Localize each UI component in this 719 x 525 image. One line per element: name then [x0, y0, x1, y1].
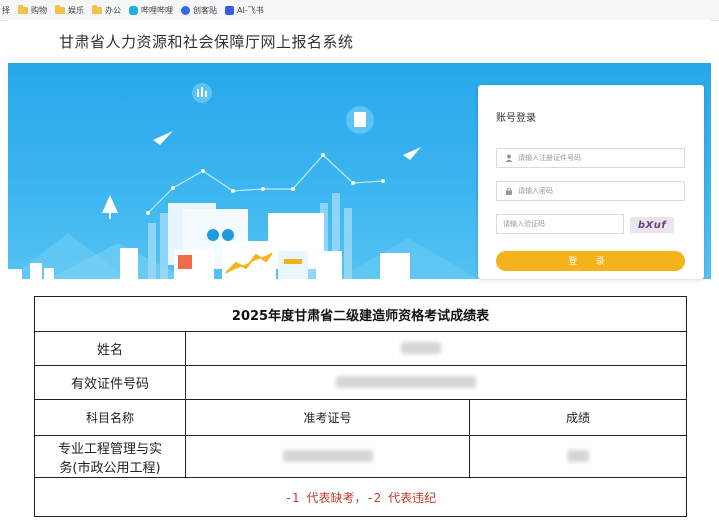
bookmark-chuangketie[interactable]: 创客贴	[181, 5, 217, 16]
score-header: 成绩	[469, 399, 687, 436]
ticket-value	[185, 435, 470, 478]
id-number-input[interactable]: 请输入注册证件号码	[496, 148, 685, 168]
bookmark-label: 哔哩哔哩	[141, 5, 173, 15]
bookmark-label: 创客贴	[193, 5, 217, 15]
login-panel: 账号登录 请输入注册证件号码 请输入密码 请输入验证码 bXuf 登 录	[478, 85, 704, 279]
folder-icon	[55, 4, 65, 14]
site-header: 甘肃省人力资源和社会保障厅网上报名系统	[8, 20, 711, 63]
redacted-score	[567, 450, 589, 462]
bookmark-label: 办公	[105, 5, 121, 15]
login-title: 账号登录	[496, 113, 536, 124]
password-input[interactable]: 请输入密码	[496, 181, 685, 201]
ticket-header: 准考证号	[185, 399, 470, 436]
redacted-ticket	[282, 450, 373, 462]
captcha-image[interactable]: bXuf	[630, 217, 674, 233]
subject-header: 科目名称	[34, 399, 186, 436]
bookmark-feishu[interactable]: AI-飞书	[225, 5, 264, 16]
subject-name: 专业工程管理与实 务(市政公用工程)	[34, 435, 186, 478]
watermark	[0, 280, 719, 296]
name-value	[185, 331, 687, 366]
password-placeholder: 请输入密码	[518, 187, 553, 195]
captcha-input[interactable]: 请输入验证码	[496, 214, 624, 234]
captcha-text: bXuf	[637, 219, 667, 231]
folder-icon	[92, 4, 102, 14]
id-label: 有效证件号码	[34, 365, 186, 400]
bookmark-bilibili[interactable]: 哔哩哔哩	[129, 5, 173, 16]
bookmark-label: AI-飞书	[237, 5, 264, 15]
bilibili-icon	[129, 5, 138, 15]
score-note: -1 代表缺考，-2 代表违纪	[34, 477, 687, 517]
bookmark-label: 娱乐	[68, 5, 84, 15]
id-number-placeholder: 请输入注册证件号码	[518, 154, 581, 162]
score-table-title: 2025年度甘肃省二级建造师资格考试成绩表	[34, 296, 687, 332]
bookmark-label: 择	[2, 5, 10, 15]
bookmark-label: 购物	[31, 5, 47, 15]
subject-line-2: 务(市政公用工程)	[59, 460, 161, 476]
bookmark-folder-office[interactable]: 办公	[92, 4, 121, 16]
folder-icon	[18, 4, 28, 14]
site-title: 甘肃省人力资源和社会保障厅网上报名系统	[59, 33, 354, 51]
bookmark-item[interactable]: 择	[2, 5, 10, 16]
bookmark-folder-entertainment[interactable]: 娱乐	[55, 4, 84, 16]
score-table: 2025年度甘肃省二级建造师资格考试成绩表 姓名 有效证件号码 科目名称 准考证…	[34, 296, 687, 517]
redacted-id	[336, 376, 476, 388]
chuangketie-icon	[181, 5, 190, 15]
captcha-placeholder: 请输入验证码	[503, 220, 545, 228]
login-button[interactable]: 登 录	[496, 251, 685, 271]
subject-line-1: 专业工程管理与实	[57, 441, 162, 457]
bookmark-folder-shopping[interactable]: 购物	[18, 4, 47, 16]
redacted-name	[401, 342, 441, 354]
lock-icon	[505, 187, 513, 195]
bookmarks-bar: 择 购物 娱乐 办公 哔哩哔哩 创客贴 AI-飞书	[0, 0, 719, 21]
name-label: 姓名	[34, 331, 186, 366]
id-value	[185, 365, 687, 400]
user-icon	[505, 154, 513, 162]
feishu-icon	[225, 5, 234, 15]
score-value	[469, 435, 687, 478]
